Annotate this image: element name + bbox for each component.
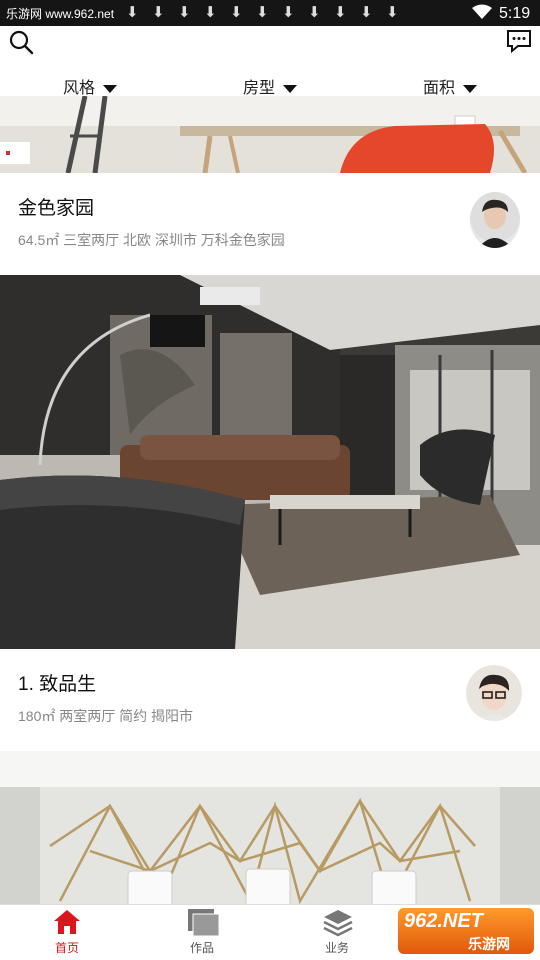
download-icon: ⬇ [308, 4, 321, 21]
nav-works-label: 作品 [189, 941, 214, 955]
caret-down-icon [283, 84, 298, 93]
caret-down-icon [463, 84, 478, 93]
nav-business[interactable]: 业务 [297, 905, 377, 960]
layers-icon [323, 910, 353, 937]
site-watermark-badge: 962.NET 乐游网 [398, 908, 534, 954]
filter-area-dropdown[interactable]: 面积 [423, 74, 478, 98]
card-info: 金色家园 64.5㎡ 三室两厅 北欧 深圳市 万科金色家园 [0, 173, 540, 275]
search-icon[interactable] [8, 29, 34, 55]
watermark-text: 乐游网 www.962.net [6, 7, 115, 21]
nav-home-label: 首页 [54, 941, 79, 955]
design-photo [0, 96, 540, 173]
design-card[interactable]: 金色家园 64.5㎡ 三室两厅 北欧 深圳市 万科金色家园 [0, 96, 540, 275]
filter-label: 面积 [423, 80, 456, 97]
download-icon: ⬇ [386, 4, 399, 21]
design-card[interactable]: 1. 致品生 180㎡ 两室两厅 简约 揭阳市 [0, 275, 540, 751]
status-bar: 乐游网 www.962.net ⬇ ⬇ ⬇ ⬇ ⬇ ⬇ ⬇ ⬇ ⬇ ⬇ ⬇ 5:… [0, 0, 540, 26]
download-icon: ⬇ [282, 4, 295, 21]
watermark-badge-top: 962.NET [404, 910, 483, 932]
download-icon: ⬇ [178, 4, 191, 21]
download-icon: ⬇ [230, 4, 243, 21]
filter-style-dropdown[interactable]: 风格 [63, 74, 118, 98]
card-title: 金色家园 [18, 198, 95, 219]
design-photo [0, 751, 540, 904]
status-time: 5:19 [499, 5, 531, 22]
filter-label: 房型 [243, 80, 276, 97]
nav-works[interactable]: 作品 [162, 905, 242, 960]
design-card[interactable] [0, 751, 540, 904]
nav-home[interactable]: 首页 [27, 905, 107, 960]
card-meta: 180㎡ 两室两厅 简约 揭阳市 [18, 708, 194, 724]
filter-layout-dropdown[interactable]: 房型 [243, 74, 298, 98]
designer-avatar[interactable] [466, 665, 522, 721]
design-feed: 金色家园 64.5㎡ 三室两厅 北欧 深圳市 万科金色家园 1. 致品生 180… [0, 96, 540, 904]
app-header: 风格 房型 面积 [0, 26, 540, 98]
wifi-icon [472, 4, 492, 19]
filter-label: 风格 [63, 80, 96, 97]
download-icon: ⬇ [152, 4, 165, 21]
download-icon: ⬇ [204, 4, 217, 21]
caret-down-icon [103, 84, 118, 93]
download-icon: ⬇ [126, 4, 139, 21]
designer-avatar[interactable] [470, 192, 520, 248]
gallery-icon [188, 909, 220, 937]
design-photo [0, 275, 540, 649]
watermark-badge-bottom: 乐游网 [468, 936, 510, 952]
nav-business-label: 业务 [324, 941, 349, 955]
home-icon [54, 910, 80, 934]
card-info: 1. 致品生 180㎡ 两室两厅 简约 揭阳市 [0, 649, 540, 751]
card-title: 1. 致品生 [18, 674, 97, 695]
download-icon: ⬇ [256, 4, 269, 21]
chat-bubble-icon[interactable] [506, 29, 532, 53]
card-meta: 64.5㎡ 三室两厅 北欧 深圳市 万科金色家园 [18, 232, 285, 248]
download-icon: ⬇ [334, 4, 347, 21]
download-icon: ⬇ [360, 4, 373, 21]
